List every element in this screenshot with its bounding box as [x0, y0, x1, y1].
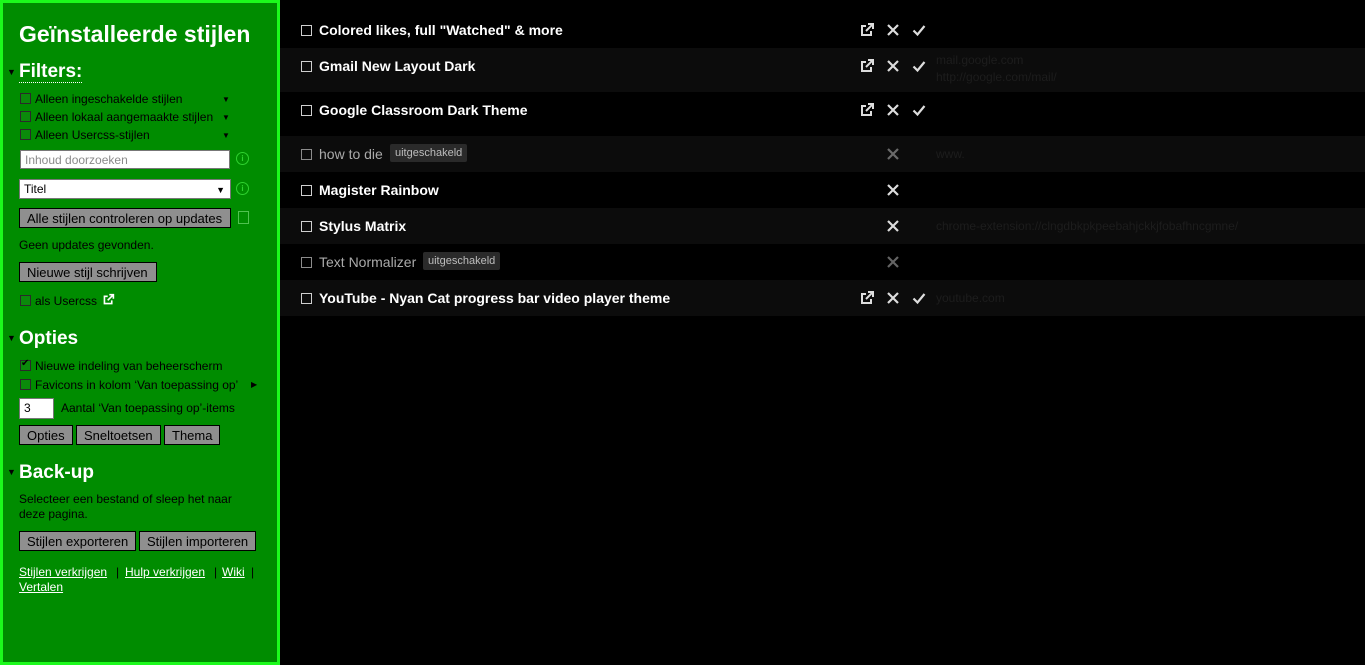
filter-usercss-checkbox[interactable] [20, 129, 31, 140]
applies-count-label: Aantal ‘Van toepassing op’-items [61, 401, 235, 415]
chevron-down-icon: ▼ [216, 185, 225, 195]
as-usercss-checkbox[interactable] [20, 295, 31, 306]
sidebar: Geïnstalleerde stijlen ▼ Filters: Alleen… [0, 0, 280, 665]
backup-heading[interactable]: Back-up [19, 462, 94, 484]
new-layout-label[interactable]: Nieuwe indeling van beheerscherm [35, 359, 222, 373]
applies-to-item: chrome-extension://clngdbkpkpeebahjckkjf… [936, 219, 1239, 233]
options-toggle-icon[interactable]: ▼ [7, 333, 16, 343]
link-separator: | [116, 565, 120, 579]
close-icon[interactable] [885, 290, 901, 306]
new-layout-checkbox[interactable] [20, 358, 31, 371]
get-help-link[interactable]: Hulp verkrijgen [125, 565, 205, 579]
get-styles-link[interactable]: Stijlen verkrijgen [19, 565, 107, 579]
disabled-badge: uitgeschakeld [390, 144, 468, 162]
external-link-icon[interactable] [859, 290, 875, 306]
chevron-down-icon[interactable]: ▼ [222, 113, 230, 122]
page-title: Geïnstalleerde stijlen [19, 21, 251, 47]
applies-to-item: www. [936, 147, 965, 161]
options-button[interactable]: Opties [19, 425, 73, 445]
style-row[interactable]: Text Normalizer uitgeschakeld [280, 244, 1365, 280]
favicons-label[interactable]: Favicons in kolom ‘Van toepassing op’ [35, 378, 238, 392]
filter-enabled-label[interactable]: Alleen ingeschakelde stijlen [35, 92, 182, 106]
filter-enabled-checkbox[interactable] [20, 93, 31, 104]
update-icon[interactable] [238, 211, 249, 224]
close-icon[interactable] [885, 58, 901, 74]
external-link-icon[interactable] [102, 293, 115, 306]
style-row[interactable]: YouTube - Nyan Cat progress bar video pl… [280, 280, 1365, 316]
style-row[interactable]: Magister Rainbow [280, 172, 1365, 208]
style-list: Colored likes, full "Watched" & more Gmai… [280, 0, 1365, 665]
backup-toggle-icon[interactable]: ▼ [7, 467, 16, 477]
filter-local-checkbox[interactable] [20, 111, 31, 122]
chevron-down-icon[interactable]: ▼ [222, 131, 230, 140]
backup-description-line1: Selecteer een bestand of sleep het naar [19, 492, 232, 506]
new-style-button[interactable]: Nieuwe stijl schrijven [19, 262, 157, 282]
style-name[interactable]: Text Normalizer [319, 254, 416, 270]
style-checkbox[interactable] [301, 257, 312, 268]
import-button[interactable]: Stijlen importeren [139, 531, 257, 551]
applies-to-item: mail.google.com [936, 53, 1024, 67]
style-checkbox[interactable] [301, 25, 312, 36]
update-status: Geen updates gevonden. [19, 238, 154, 252]
external-link-icon[interactable] [859, 58, 875, 74]
style-row[interactable]: Stylus Matrix chrome-extension://clngdbkp… [280, 208, 1365, 244]
translate-link[interactable]: Vertalen [19, 580, 63, 594]
applies-to-item: youtube.com [936, 291, 1005, 305]
options-heading[interactable]: Opties [19, 328, 78, 350]
style-checkbox[interactable] [301, 185, 312, 196]
export-button[interactable]: Stijlen exporteren [19, 531, 137, 551]
style-name[interactable]: YouTube - Nyan Cat progress bar video pl… [319, 290, 670, 306]
wiki-link[interactable]: Wiki [222, 565, 245, 579]
filter-usercss-label[interactable]: Alleen Usercss-stijlen [35, 128, 150, 142]
info-icon[interactable]: i [236, 152, 249, 165]
style-checkbox[interactable] [301, 61, 312, 72]
style-row[interactable]: Colored likes, full "Watched" & more [280, 12, 1365, 48]
filters-toggle-icon[interactable]: ▼ [7, 67, 16, 77]
close-icon[interactable] [885, 218, 901, 234]
style-row[interactable]: Gmail New Layout Dark mail.google.com http… [280, 48, 1365, 92]
style-checkbox[interactable] [301, 293, 312, 304]
sort-select[interactable]: Titel ▼ [19, 179, 231, 199]
close-icon[interactable] [885, 182, 901, 198]
link-separator: | [251, 565, 255, 579]
theme-button[interactable]: Thema [164, 425, 221, 445]
check-updates-button[interactable]: Alle stijlen controleren op updates [19, 208, 231, 228]
close-icon[interactable] [885, 102, 901, 118]
chevron-down-icon[interactable]: ▼ [222, 95, 230, 104]
sort-select-value: Titel [24, 182, 47, 196]
external-link-icon[interactable] [859, 22, 875, 38]
check-icon[interactable] [911, 102, 927, 118]
as-usercss-label[interactable]: als Usercss [35, 294, 97, 308]
filters-heading[interactable]: Filters: [19, 62, 83, 83]
search-input[interactable]: Inhoud doorzoeken [20, 150, 230, 169]
chevron-right-icon[interactable]: ▶ [251, 380, 257, 389]
style-name[interactable]: Magister Rainbow [319, 182, 439, 198]
applies-to-item: http://google.com/mail/ [936, 70, 1057, 84]
style-name[interactable]: how to die [319, 146, 383, 162]
link-separator: | [214, 565, 218, 579]
info-icon[interactable]: i [236, 182, 249, 195]
style-name[interactable]: Gmail New Layout Dark [319, 58, 475, 74]
shortcuts-button[interactable]: Sneltoetsen [76, 425, 161, 445]
filter-local-label[interactable]: Alleen lokaal aangemaakte stijlen [35, 110, 213, 124]
favicons-checkbox[interactable] [20, 379, 31, 390]
style-row[interactable]: Google Classroom Dark Theme [280, 92, 1365, 136]
style-row[interactable]: how to die uitgeschakeld www. [280, 136, 1365, 172]
style-name[interactable]: Stylus Matrix [319, 218, 406, 234]
style-checkbox[interactable] [301, 105, 312, 116]
check-icon[interactable] [911, 22, 927, 38]
applies-count-input[interactable]: 3 [19, 398, 54, 419]
style-name[interactable]: Colored likes, full "Watched" & more [319, 22, 563, 38]
check-icon[interactable] [911, 290, 927, 306]
close-icon[interactable] [885, 22, 901, 38]
style-checkbox[interactable] [301, 149, 312, 160]
disabled-badge: uitgeschakeld [423, 252, 501, 270]
backup-description-line2: deze pagina. [19, 507, 88, 521]
style-checkbox[interactable] [301, 221, 312, 232]
style-name[interactable]: Google Classroom Dark Theme [319, 102, 528, 118]
check-icon[interactable] [911, 58, 927, 74]
close-icon[interactable] [885, 254, 901, 270]
close-icon[interactable] [885, 146, 901, 162]
external-link-icon[interactable] [859, 102, 875, 118]
